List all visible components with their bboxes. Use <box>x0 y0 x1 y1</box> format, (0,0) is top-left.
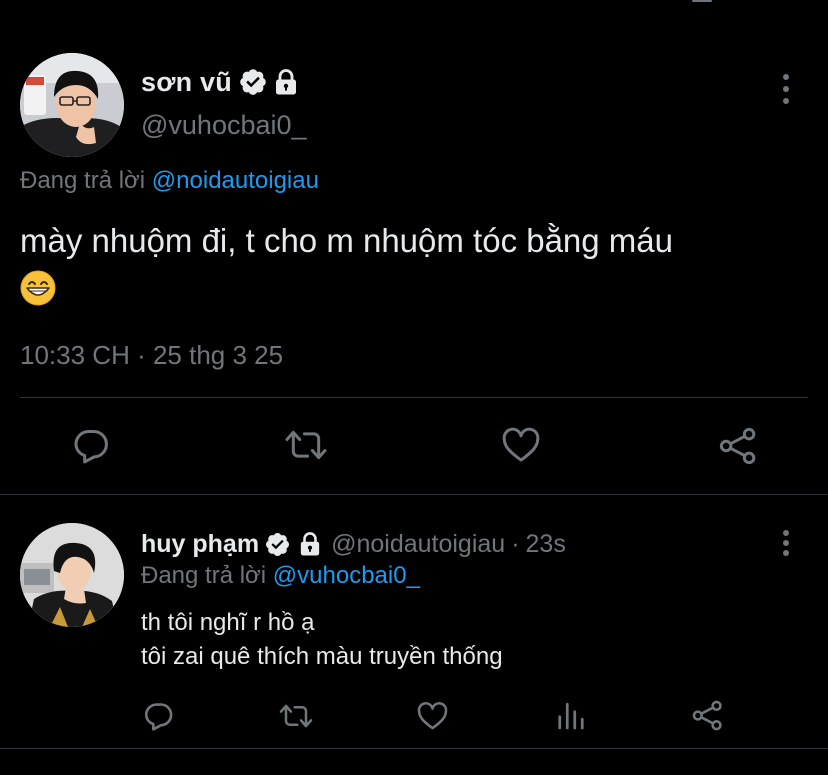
avatar[interactable] <box>20 523 124 627</box>
tweet-thread: sơn vũ @vuhocbai0_ Đang trả lời @noidaut… <box>0 0 828 775</box>
tweet-text-line: tôi zai quê thích màu truyền thống <box>141 643 503 670</box>
lock-icon <box>300 532 320 556</box>
tweet-text: mày nhuộm đi, t cho m nhuộm tóc bằng máu <box>20 222 674 259</box>
verified-badge-icon[interactable] <box>238 67 268 97</box>
share-icon[interactable] <box>692 700 723 731</box>
display-name[interactable]: huy phạm <box>141 530 259 559</box>
display-name[interactable]: sơn vũ <box>141 67 232 98</box>
replying-to-mention[interactable]: @noidautoigiau <box>152 167 319 194</box>
replying-to-line: Đang trả lời @noidautoigiau <box>20 167 319 195</box>
like-icon[interactable] <box>417 702 448 730</box>
handle[interactable]: @vuhocbai0_ <box>141 110 307 141</box>
replying-to-label: Đang trả lời <box>141 562 267 589</box>
divider <box>20 397 808 398</box>
grinning-face-emoji-icon <box>20 270 56 306</box>
lock-icon <box>275 69 296 95</box>
retweet-icon[interactable] <box>279 701 313 731</box>
author-row: huy phạm @noidautoigiau · 23s <box>141 527 566 561</box>
divider <box>0 494 828 495</box>
more-options-icon[interactable] <box>781 74 791 104</box>
separator: · <box>511 529 520 558</box>
replying-to-line: Đang trả lời @vuhocbai0_ <box>141 562 420 590</box>
tweet-text-container: mày nhuộm đi, t cho m nhuộm tóc bằng máu <box>20 218 810 306</box>
share-icon[interactable] <box>719 427 757 465</box>
retweet-icon[interactable] <box>285 426 327 464</box>
avatar-photo <box>20 53 124 157</box>
reply-icon[interactable] <box>143 700 174 731</box>
more-options-icon[interactable] <box>781 530 791 556</box>
replying-to-mention[interactable]: @vuhocbai0_ <box>273 562 420 589</box>
relative-time[interactable]: 23s <box>526 530 566 559</box>
author-row: sơn vũ <box>141 64 298 100</box>
divider <box>0 748 828 749</box>
verified-badge-icon[interactable] <box>264 531 291 558</box>
analytics-icon[interactable] <box>556 700 586 731</box>
like-icon[interactable] <box>502 427 540 463</box>
tweet-text-container: th tôi nghĩ r hồ ạ tôi zai quê thích màu… <box>141 606 503 674</box>
replying-to-label: Đang trả lời <box>20 167 146 194</box>
handle[interactable]: @noidautoigiau <box>331 530 505 559</box>
top-edge-indicator <box>692 0 712 2</box>
tweet-timestamp[interactable]: 10:33 CH · 25 thg 3 25 <box>20 340 283 371</box>
tweet-text-line: th tôi nghĩ r hồ ạ <box>141 609 315 636</box>
avatar-photo <box>20 523 124 627</box>
reply-icon[interactable] <box>72 426 110 464</box>
avatar[interactable] <box>20 53 124 157</box>
